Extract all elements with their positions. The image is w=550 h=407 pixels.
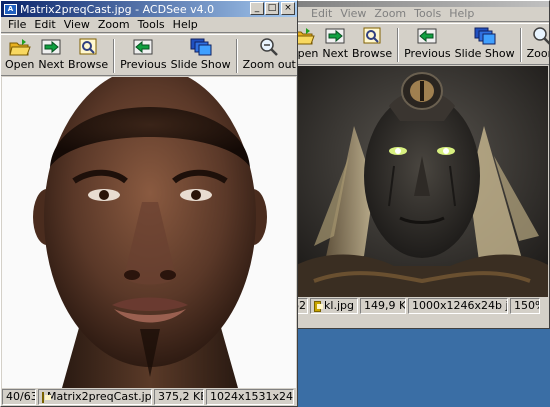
browse-icon xyxy=(360,26,384,46)
back-next-label: Next xyxy=(322,47,349,60)
maximize-button[interactable]: □ xyxy=(265,2,279,15)
back-viewer-window[interactable]: Edit View Zoom Tools Help Open Next Brow… xyxy=(292,0,550,329)
main-menubar: File Edit View Zoom Tools Help xyxy=(1,17,297,33)
browse-label: Browse xyxy=(68,58,109,71)
back-statusbar: 62 kl.jpg 149,9 KB 1000x1246x24b jpeg 15… xyxy=(293,297,549,315)
toolbar-separator xyxy=(397,28,400,62)
browse-icon xyxy=(76,37,100,57)
slideshow-label: Slide Show xyxy=(170,58,231,71)
open-button[interactable]: Open xyxy=(3,37,36,75)
back-slideshow-label: Slide Show xyxy=(454,47,515,60)
slideshow-icon xyxy=(189,37,213,57)
status-size: 375,2 KB xyxy=(154,389,204,405)
back-previous-label: Previous xyxy=(404,47,451,60)
close-button[interactable]: × xyxy=(281,2,295,15)
back-status-filename-text: kl.jpg xyxy=(324,299,354,312)
window-title: Matrix2preqCast.jpg - ACDSee v4.0 xyxy=(20,2,215,16)
main-statusbar: 40/63 Matrix2preqCast.jpg 375,2 KB 1024x… xyxy=(1,388,297,406)
magnifier-icon xyxy=(530,26,549,46)
menu-help[interactable]: Help xyxy=(169,18,202,31)
status-info: 1024x1531x24b jpe xyxy=(206,389,294,405)
status-filename-text: Matrix2preqCast.jpg xyxy=(47,390,152,403)
arrow-left-icon xyxy=(415,26,439,46)
main-toolbar: Open Next Browse Previous Slide Show Zoo… xyxy=(1,34,297,76)
open-label: Open xyxy=(5,58,35,71)
back-menu-view[interactable]: View xyxy=(336,7,370,20)
slideshow-button[interactable]: Slide Show xyxy=(169,37,233,75)
back-menu-help[interactable]: Help xyxy=(445,7,478,20)
portrait-image xyxy=(2,77,296,388)
previous-label: Previous xyxy=(120,58,167,71)
menu-file[interactable]: File xyxy=(4,18,30,31)
back-slideshow-button[interactable]: Slide Show xyxy=(453,26,517,64)
main-viewer-window[interactable]: A Matrix2preqCast.jpg - ACDSee v4.0 _ □ … xyxy=(0,0,298,407)
back-next-button[interactable]: Next xyxy=(320,26,350,64)
menu-edit[interactable]: Edit xyxy=(30,18,59,31)
jpeg-file-icon xyxy=(42,391,51,403)
toolbar-separator xyxy=(519,28,522,62)
back-browse-button[interactable]: Browse xyxy=(350,26,394,64)
back-previous-button[interactable]: Previous xyxy=(402,26,453,64)
back-image-view[interactable] xyxy=(294,66,548,297)
back-menu-zoom[interactable]: Zoom xyxy=(370,7,410,20)
folder-open-icon xyxy=(8,37,32,57)
menu-zoom[interactable]: Zoom xyxy=(94,18,134,31)
status-position: 40/63 xyxy=(2,389,36,405)
previous-button[interactable]: Previous xyxy=(118,37,169,75)
magnifier-icon xyxy=(257,37,281,57)
back-status-info: 1000x1246x24b jpeg xyxy=(408,298,508,314)
zoom-out-label: Zoom out xyxy=(242,58,296,71)
back-zoom-label: Zoom xyxy=(526,47,549,60)
acdsee-app-icon: A xyxy=(4,3,17,15)
main-image-view[interactable] xyxy=(2,77,296,388)
arrow-right-icon xyxy=(323,26,347,46)
next-button[interactable]: Next xyxy=(36,37,66,75)
back-menu-edit[interactable]: Edit xyxy=(307,7,336,20)
caption-buttons: _ □ × xyxy=(249,2,295,15)
minimize-button[interactable]: _ xyxy=(250,2,264,15)
back-toolbar: Open Next Browse Previous Slide Show xyxy=(293,23,549,65)
back-status-filename: kl.jpg xyxy=(310,298,358,314)
jpeg-file-icon xyxy=(314,300,324,312)
toolbar-separator xyxy=(235,39,238,73)
toolbar-separator xyxy=(113,39,116,73)
next-label: Next xyxy=(38,58,65,71)
arrow-left-icon xyxy=(131,37,155,57)
arrow-right-icon xyxy=(39,37,63,57)
slideshow-icon xyxy=(473,26,497,46)
zoom-out-button[interactable]: Zoom out xyxy=(241,37,297,75)
back-menu-tools[interactable]: Tools xyxy=(410,7,445,20)
browse-button[interactable]: Browse xyxy=(66,37,110,75)
back-zoom-button[interactable]: Zoom xyxy=(525,26,549,64)
back-status-zoom: 150% xyxy=(510,298,540,314)
back-menubar: Edit View Zoom Tools Help xyxy=(293,6,549,22)
back-browse-label: Browse xyxy=(352,47,393,60)
main-window-titlebar[interactable]: A Matrix2preqCast.jpg - ACDSee v4.0 _ □ … xyxy=(1,1,297,17)
menu-tools[interactable]: Tools xyxy=(134,18,169,31)
dark-warrior-image xyxy=(294,66,548,297)
back-status-size: 149,9 KB xyxy=(360,298,406,314)
menu-view[interactable]: View xyxy=(60,18,94,31)
status-filename: Matrix2preqCast.jpg xyxy=(38,389,152,405)
